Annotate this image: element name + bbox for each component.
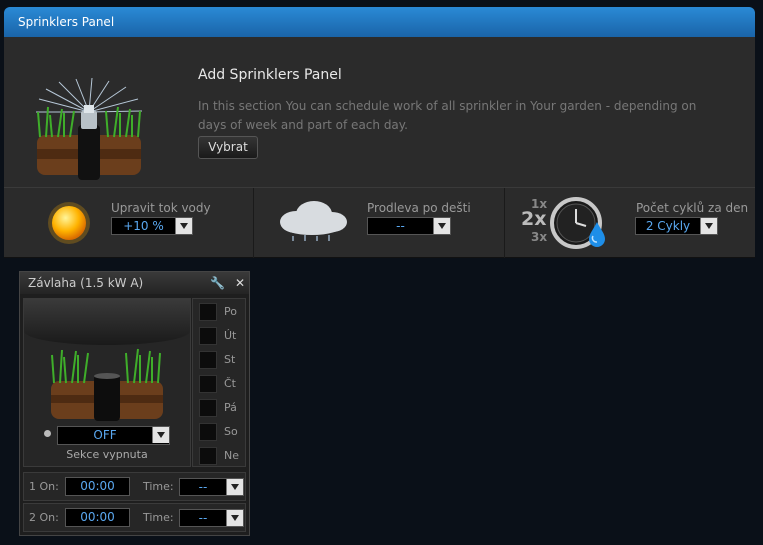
chevron-down-icon[interactable] [433, 218, 450, 234]
cycles-label: Počet cyklů za den [636, 201, 749, 215]
duration-label: Time: [143, 480, 174, 493]
chevron-down-icon[interactable] [226, 479, 243, 495]
water-flow-label: Upravit tok vody [111, 201, 211, 215]
day-checkbox[interactable] [199, 351, 217, 369]
day-label: Čt [224, 377, 236, 390]
rain-delay-section: Prodleva po dešti -- [254, 188, 505, 258]
sprinkler-icon [51, 348, 163, 421]
schedule-label: 1 On: [29, 480, 59, 493]
day-po[interactable]: Po [199, 303, 245, 323]
chevron-down-icon[interactable] [152, 427, 169, 443]
select-button[interactable]: Vybrat [198, 136, 258, 159]
day-label: Ne [224, 449, 239, 462]
intro-description: In this section You can schedule work of… [198, 99, 697, 132]
rain-delay-value: -- [396, 219, 405, 233]
chevron-down-icon[interactable] [700, 218, 717, 234]
zone-tools: 🔧 ✕ [210, 272, 245, 294]
zone-header: Závlaha (1.5 kW A) 🔧 ✕ [20, 272, 249, 294]
day-selector: Po Út St Čt Pá So Ne [192, 298, 246, 467]
day-checkbox[interactable] [199, 303, 217, 321]
day-label: Pá [224, 401, 237, 414]
water-flow-select[interactable]: +10 % [111, 217, 193, 235]
day-checkbox[interactable] [199, 399, 217, 417]
day-ut[interactable]: Út [199, 327, 245, 347]
schedule-time-input[interactable]: 00:00 [65, 477, 130, 496]
day-checkbox[interactable] [199, 327, 217, 345]
status-led [44, 430, 51, 437]
day-so[interactable]: So [199, 423, 245, 443]
day-label: Po [224, 305, 237, 318]
day-st[interactable]: St [199, 351, 245, 371]
water-flow-section: Upravit tok vody +10 % [4, 188, 254, 258]
zone-widget: Závlaha (1.5 kW A) 🔧 ✕ OFF Sekce vypnuta… [19, 271, 250, 536]
cycles-2x: 2x [521, 208, 547, 230]
rain-cloud-icon [280, 201, 347, 241]
day-ne[interactable]: Ne [199, 447, 245, 467]
zone-status-text: Sekce vypnuta [66, 448, 148, 461]
schedule-row-1: 1 On: 00:00 Time: -- [23, 472, 246, 501]
intro-section: Add Sprinklers Panel In this section You… [4, 37, 755, 188]
cycles-value: 2 Cykly [645, 219, 691, 233]
duration-value: -- [198, 511, 208, 525]
day-checkbox[interactable] [199, 423, 217, 441]
day-label: St [224, 353, 236, 366]
duration-value: -- [198, 480, 208, 494]
schedule-time-input[interactable]: 00:00 [65, 508, 130, 527]
cycles-select[interactable]: 2 Cykly [635, 217, 718, 235]
duration-label: Time: [143, 511, 174, 524]
wrench-icon[interactable]: 🔧 [210, 276, 225, 290]
window-title: Sprinklers Panel [18, 15, 115, 29]
controls-bar: Upravit tok vody +10 % Prodleva po dešti… [4, 188, 755, 258]
zone-state-select[interactable]: OFF [57, 426, 170, 445]
zone-state-value: OFF [93, 428, 117, 442]
zone-visual-top [24, 299, 190, 345]
sprinkler-icon [36, 77, 143, 180]
window-title-bar: Sprinklers Panel [4, 7, 755, 37]
schedule-label: 2 On: [29, 511, 59, 524]
chevron-down-icon[interactable] [175, 218, 192, 234]
zone-title: Závlaha (1.5 kW A) [28, 276, 144, 290]
day-checkbox[interactable] [199, 447, 217, 465]
day-checkbox[interactable] [199, 375, 217, 393]
duration-select[interactable]: -- [179, 478, 244, 496]
day-pa[interactable]: Pá [199, 399, 245, 419]
sun-icon [48, 202, 90, 244]
day-label: So [224, 425, 238, 438]
intro-title: Add Sprinklers Panel [198, 67, 342, 83]
water-flow-value: +10 % [123, 219, 164, 233]
close-icon[interactable]: ✕ [235, 276, 245, 290]
schedule-row-2: 2 On: 00:00 Time: -- [23, 503, 246, 532]
day-label: Út [224, 329, 237, 342]
cycles-3x: 3x [531, 230, 548, 244]
zone-main-panel: OFF Sekce vypnuta [23, 298, 191, 467]
rain-delay-label: Prodleva po dešti [367, 201, 471, 215]
cycles-section: 1x 2x 3x Počet cyklů za den 2 Cykly [505, 188, 755, 258]
chevron-down-icon[interactable] [226, 510, 243, 526]
rain-delay-select[interactable]: -- [367, 217, 451, 235]
clock-water-icon [550, 197, 605, 249]
duration-select[interactable]: -- [179, 509, 244, 527]
day-ct[interactable]: Čt [199, 375, 245, 395]
